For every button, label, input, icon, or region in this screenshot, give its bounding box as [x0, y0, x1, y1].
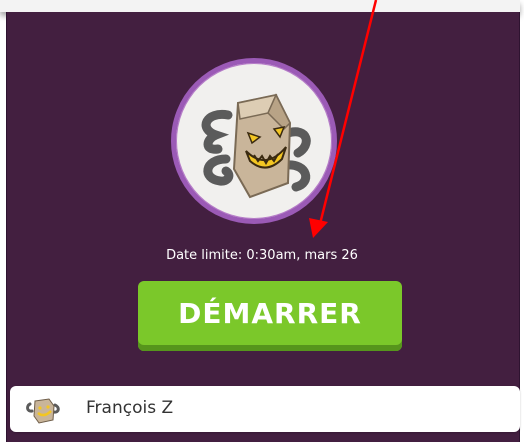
- red-arrow-annotation: [309, 0, 378, 238]
- page-frame: Date limite: 0:30am, mars 26 DÉMARRER Fr…: [0, 0, 524, 444]
